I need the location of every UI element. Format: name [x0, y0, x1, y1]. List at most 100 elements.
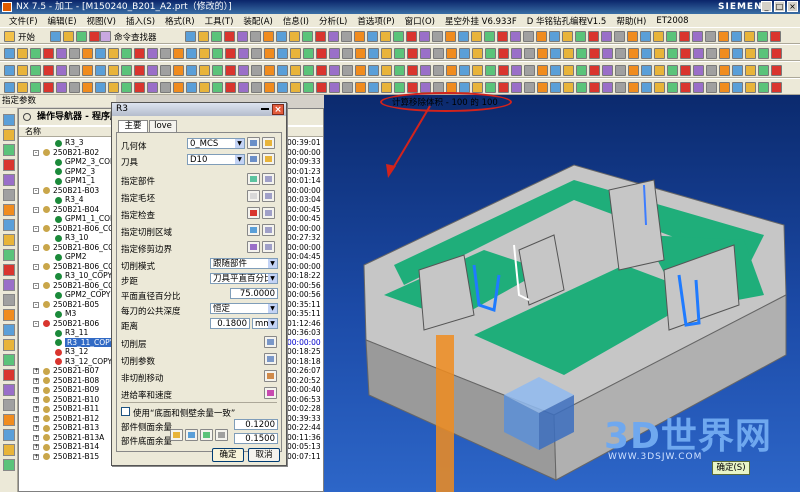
toolbar-button-icon[interactable] — [82, 65, 93, 76]
menu-item[interactable]: 星空外挂 V6.933F — [440, 15, 522, 27]
feeds-speeds-button[interactable] — [264, 387, 277, 399]
toolbar-button-icon[interactable] — [160, 82, 171, 93]
collapse-icon[interactable]: - — [33, 187, 39, 194]
collapse-icon[interactable]: - — [33, 263, 39, 270]
toolbar-button-icon[interactable] — [108, 65, 119, 76]
toolbar-button-icon[interactable] — [536, 31, 547, 42]
resource-tab-icon[interactable] — [3, 204, 15, 216]
toolbar-button-icon[interactable] — [95, 65, 106, 76]
tab-love[interactable]: love — [149, 120, 177, 132]
toolbar-button-icon[interactable] — [719, 65, 730, 76]
toolbar-button-icon[interactable] — [731, 31, 742, 42]
expand-icon[interactable]: + — [33, 377, 39, 384]
toolbar-button-icon[interactable] — [17, 82, 28, 93]
toolbar-button-icon[interactable] — [342, 48, 353, 59]
toolbar-button-icon[interactable] — [433, 65, 444, 76]
collapse-icon[interactable]: - — [33, 225, 39, 232]
toolbar-button-icon[interactable] — [758, 48, 769, 59]
resource-tab-icon[interactable] — [3, 294, 15, 306]
toolbar-button-icon[interactable] — [212, 82, 223, 93]
toolbar-button-icon[interactable] — [368, 48, 379, 59]
toolbar-button-icon[interactable] — [563, 82, 574, 93]
toolbar-button-icon[interactable] — [173, 48, 184, 59]
toolbar-button-icon[interactable] — [459, 65, 470, 76]
toolbar-button-icon[interactable] — [706, 65, 717, 76]
resource-tab-icon[interactable] — [3, 144, 15, 156]
toolbar-button-icon[interactable] — [43, 82, 54, 93]
resource-tab-icon[interactable] — [3, 129, 15, 141]
expand-icon[interactable]: + — [33, 396, 39, 403]
cancel-button[interactable]: 取消 — [248, 448, 280, 462]
toolbar-button-icon[interactable] — [524, 65, 535, 76]
same-stock-checkbox[interactable] — [121, 407, 130, 416]
expand-icon[interactable]: + — [33, 425, 39, 431]
toolbar-button-icon[interactable] — [615, 82, 626, 93]
toolbar-button-icon[interactable] — [69, 65, 80, 76]
floor-stock-input[interactable]: 0.1500 — [234, 433, 278, 444]
toolbar-button-icon[interactable] — [446, 48, 457, 59]
toolbar-button-icon[interactable] — [368, 65, 379, 76]
toolbar-button-icon[interactable] — [289, 31, 300, 42]
toolbar-button-icon[interactable] — [17, 65, 28, 76]
toolbar-button-icon[interactable] — [108, 48, 119, 59]
toolbar-button-icon[interactable] — [615, 65, 626, 76]
resource-tab-icon[interactable] — [3, 159, 15, 171]
cut-params-button[interactable] — [264, 353, 277, 365]
toolbar-button-icon[interactable] — [199, 48, 210, 59]
toolbar-button-icon[interactable] — [121, 48, 132, 59]
toolbar-button-icon[interactable] — [43, 65, 54, 76]
menu-item[interactable]: 分析(L) — [314, 15, 352, 27]
toolbar-button-icon[interactable] — [459, 48, 470, 59]
toolbar-button-icon[interactable] — [329, 82, 340, 93]
toolbar-button-icon[interactable] — [485, 82, 496, 93]
menu-item[interactable]: 格式(R) — [160, 15, 200, 27]
toolbar-button-icon[interactable] — [134, 65, 145, 76]
toolbar-button-icon[interactable] — [666, 31, 677, 42]
dialog-close-button[interactable]: × — [272, 104, 284, 115]
toolbar-button-icon[interactable] — [355, 65, 366, 76]
toolbar-button-icon[interactable] — [251, 65, 262, 76]
toolbar-button-icon[interactable] — [692, 31, 703, 42]
toolbar-button-icon[interactable] — [76, 31, 87, 42]
toolbar-button-icon[interactable] — [238, 65, 249, 76]
select-trim-button[interactable] — [247, 241, 260, 253]
toolbar-button-icon[interactable] — [576, 65, 587, 76]
collapse-icon[interactable]: - — [33, 282, 39, 289]
expand-icon[interactable]: + — [33, 415, 39, 422]
toolbar-button-icon[interactable] — [601, 31, 612, 42]
toolbar-button-icon[interactable] — [745, 82, 756, 93]
resource-tab-icon[interactable] — [3, 354, 15, 366]
new-tool-button[interactable] — [247, 153, 260, 165]
toolbar-button-icon[interactable] — [667, 48, 678, 59]
toolbar-button-icon[interactable] — [315, 31, 326, 42]
toolbar-button-icon[interactable] — [355, 48, 366, 59]
toolbar-button-icon[interactable] — [458, 31, 469, 42]
display-blank-button[interactable] — [262, 190, 275, 202]
stepover-select[interactable]: 刀具平直百分比 ▼ — [210, 273, 278, 284]
flat-diameter-pct-input[interactable]: 75.0000 — [230, 288, 278, 299]
toolbar-button-icon[interactable] — [471, 31, 482, 42]
toolbar-button-icon[interactable] — [745, 65, 756, 76]
toolbar-button-icon[interactable] — [576, 82, 587, 93]
verify-button[interactable] — [200, 429, 213, 441]
toolbar-button-icon[interactable] — [758, 65, 769, 76]
toolbar-button-icon[interactable] — [602, 82, 613, 93]
toolbar-button-icon[interactable] — [732, 65, 743, 76]
toolbar-button-icon[interactable] — [485, 48, 496, 59]
toolbar-button-icon[interactable] — [121, 65, 132, 76]
start-button[interactable]: 开始 — [18, 31, 35, 43]
expand-icon[interactable]: + — [33, 368, 39, 374]
toolbar-button-icon[interactable] — [654, 48, 665, 59]
toolbar-button-icon[interactable] — [550, 48, 561, 59]
toolbar-button-icon[interactable] — [771, 48, 782, 59]
toolbar-button-icon[interactable] — [393, 31, 404, 42]
toolbar-button-icon[interactable] — [563, 48, 574, 59]
menu-item[interactable]: 窗口(O) — [400, 15, 440, 27]
menu-item[interactable]: 装配(A) — [238, 15, 277, 27]
toolbar-button-icon[interactable] — [549, 31, 560, 42]
toolbar-button-icon[interactable] — [472, 82, 483, 93]
toolbar-button-icon[interactable] — [264, 65, 275, 76]
toolbar-button-icon[interactable] — [550, 65, 561, 76]
toolbar-button-icon[interactable] — [4, 82, 15, 93]
toolbar-button-icon[interactable] — [290, 65, 301, 76]
